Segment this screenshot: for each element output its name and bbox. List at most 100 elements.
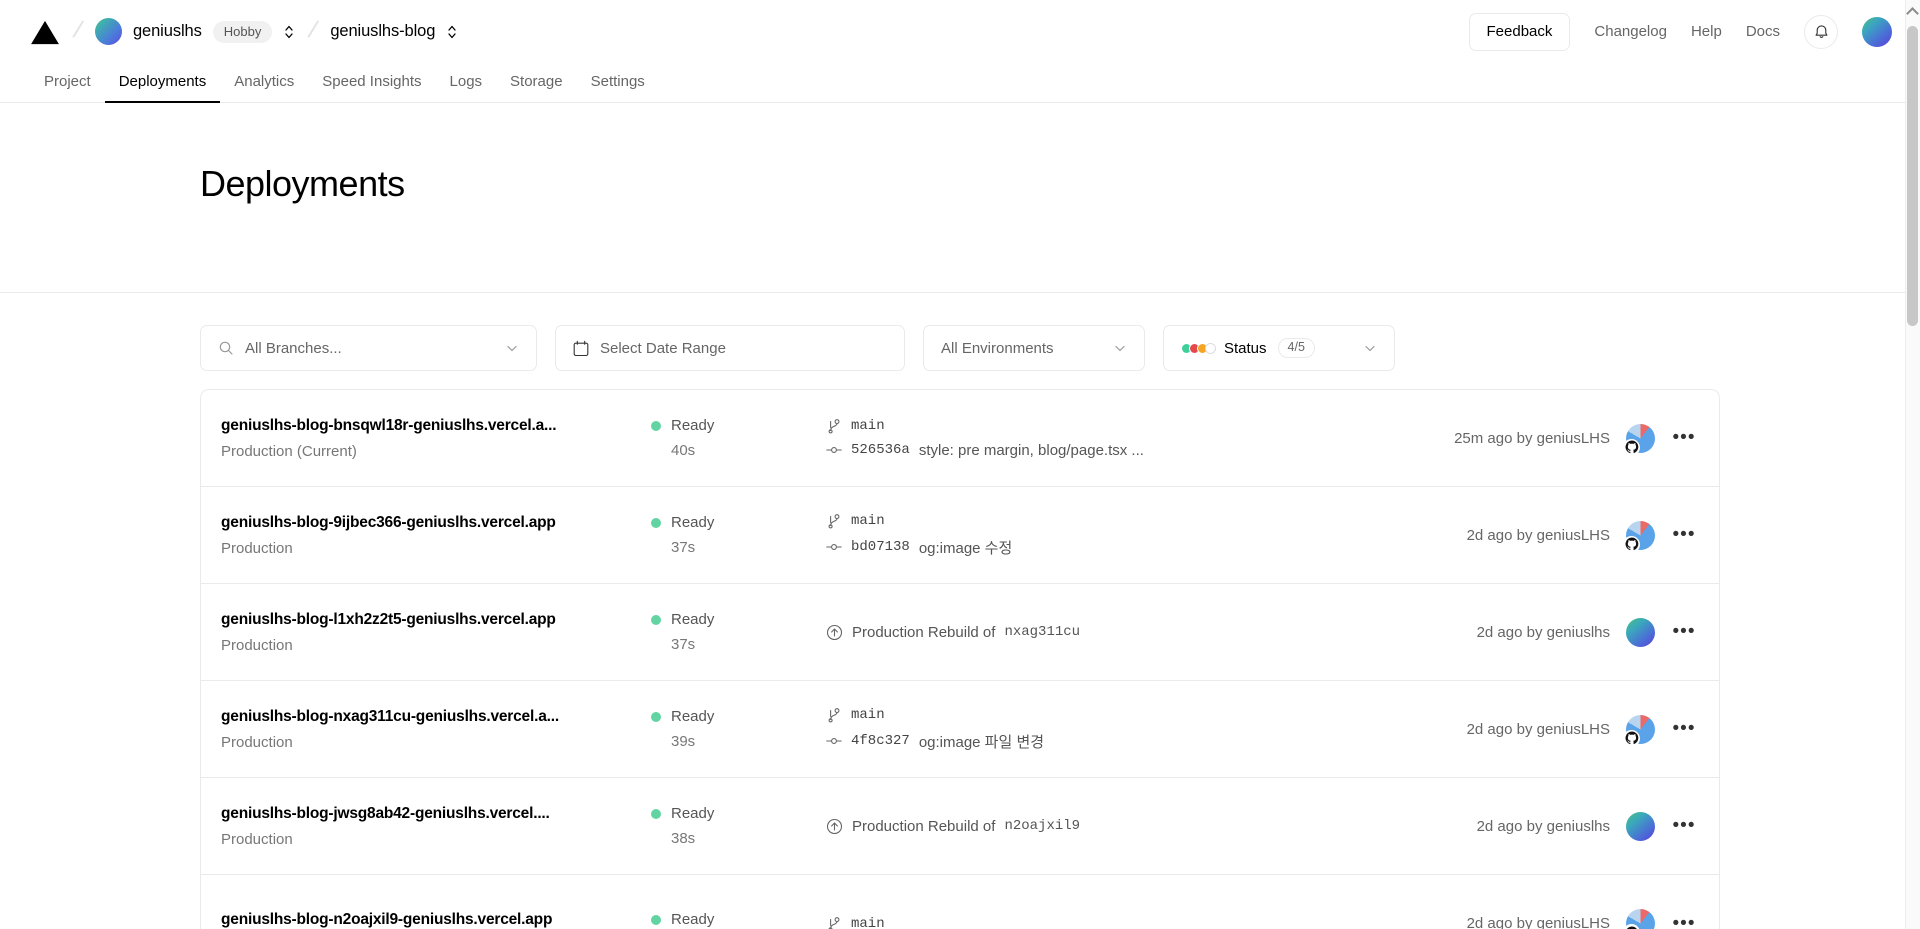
user-avatar[interactable] xyxy=(1862,17,1892,47)
git-commit-icon xyxy=(826,539,842,555)
commit-message: style: pre margin, blog/page.tsx ... xyxy=(919,442,1144,459)
row-more-menu-button[interactable]: ••• xyxy=(1671,425,1697,451)
github-icon xyxy=(1625,440,1639,454)
table-row[interactable]: geniuslhs-blog-nxag311cu-geniuslhs.verce… xyxy=(201,681,1719,778)
deployments-list: geniuslhs-blog-bnsqwl18r-geniuslhs.verce… xyxy=(200,389,1720,929)
git-branch-icon xyxy=(826,916,842,929)
chevron-down-icon-env[interactable] xyxy=(1113,341,1127,355)
status-filter-label: Status xyxy=(1224,340,1267,357)
github-badge xyxy=(1623,924,1640,929)
tab-logs[interactable]: Logs xyxy=(436,73,497,102)
deployment-source-cell: main 4f8c327 og:image 파일 변경 xyxy=(826,707,1457,752)
deployment-environment: Production xyxy=(221,831,643,848)
commit-sha[interactable]: bd07138 xyxy=(851,539,910,555)
deployment-status: Ready xyxy=(671,417,714,434)
author-avatar xyxy=(1626,521,1655,550)
deployment-source-cell: main xyxy=(826,916,1457,929)
deployment-url[interactable]: geniuslhs-blog-jwsg8ab42-geniuslhs.verce… xyxy=(221,805,643,823)
rebuild-label: Production Rebuild of xyxy=(852,624,995,641)
breadcrumb-project[interactable]: geniuslhs-blog xyxy=(330,22,458,42)
commit-message: og:image 수정 xyxy=(919,537,1012,558)
table-row[interactable]: geniuslhs-blog-9ijbec366-geniuslhs.verce… xyxy=(201,487,1719,584)
date-range-filter[interactable]: Select Date Range xyxy=(555,325,905,371)
deployment-timestamp: 2d ago by geniusLHS xyxy=(1467,915,1610,929)
status-filter[interactable]: Status 4/5 xyxy=(1163,325,1395,371)
environment-filter[interactable]: All Environments xyxy=(923,325,1145,371)
vercel-triangle-logo[interactable] xyxy=(30,19,60,45)
page-scrollbar[interactable] xyxy=(1905,0,1920,929)
deployment-duration: 38s xyxy=(671,830,826,847)
avatar xyxy=(1626,618,1655,647)
table-row[interactable]: geniuslhs-blog-n2oajxil9-geniuslhs.verce… xyxy=(201,875,1719,929)
deployment-url[interactable]: geniuslhs-blog-nxag311cu-geniuslhs.verce… xyxy=(221,708,643,726)
deployment-source-cell: main 526536a style: pre margin, blog/pag… xyxy=(826,418,1444,459)
row-more-menu-button[interactable]: ••• xyxy=(1671,813,1697,839)
commit-sha[interactable]: 4f8c327 xyxy=(851,733,910,749)
deployment-duration: 40s xyxy=(671,442,826,459)
rebuild-target[interactable]: n2oajxil9 xyxy=(1004,818,1080,834)
deployment-status-cell: Ready 37s xyxy=(651,611,826,653)
deployment-source-cell: Production Rebuild of n2oajxil9 xyxy=(826,818,1467,835)
deployment-environment: Production xyxy=(221,734,643,751)
author-avatar xyxy=(1626,909,1655,929)
commit-sha[interactable]: 526536a xyxy=(851,442,910,458)
tab-storage[interactable]: Storage xyxy=(496,73,577,102)
deployment-url[interactable]: geniuslhs-blog-n2oajxil9-geniuslhs.verce… xyxy=(221,911,643,929)
table-row[interactable]: geniuslhs-blog-jwsg8ab42-geniuslhs.verce… xyxy=(201,778,1719,875)
row-more-menu-button[interactable]: ••• xyxy=(1671,716,1697,742)
chevron-down-icon[interactable] xyxy=(505,341,519,355)
deployment-timestamp: 2d ago by geniuslhs xyxy=(1477,818,1610,835)
notifications-button[interactable] xyxy=(1804,15,1838,49)
scrollbar-thumb[interactable] xyxy=(1907,26,1918,326)
deployment-url[interactable]: geniuslhs-blog-bnsqwl18r-geniuslhs.verce… xyxy=(221,417,643,435)
tab-analytics[interactable]: Analytics xyxy=(220,73,308,102)
team-name: geniuslhs xyxy=(133,22,202,41)
deployment-name-cell: geniuslhs-blog-l1xh2z2t5-geniuslhs.verce… xyxy=(221,611,651,654)
status-indicator-dot xyxy=(651,915,661,925)
branch-name[interactable]: main xyxy=(851,418,885,434)
status-indicator-dot xyxy=(651,712,661,722)
table-row[interactable]: geniuslhs-blog-l1xh2z2t5-geniuslhs.verce… xyxy=(201,584,1719,681)
chevron-updown-icon[interactable] xyxy=(283,22,295,42)
changelog-link[interactable]: Changelog xyxy=(1594,23,1667,40)
deployment-source-cell: Production Rebuild of nxag311cu xyxy=(826,624,1467,641)
deployment-name-cell: geniuslhs-blog-9ijbec366-geniuslhs.verce… xyxy=(221,514,651,557)
rebuild-label: Production Rebuild of xyxy=(852,818,995,835)
deployment-url[interactable]: geniuslhs-blog-9ijbec366-geniuslhs.verce… xyxy=(221,514,643,532)
deployment-url[interactable]: geniuslhs-blog-l1xh2z2t5-geniuslhs.verce… xyxy=(221,611,643,629)
deployment-meta-cell: 2d ago by geniusLHS ••• xyxy=(1457,521,1697,550)
branch-name[interactable]: main xyxy=(851,707,885,723)
tab-settings[interactable]: Settings xyxy=(577,73,659,102)
status-indicator-dot xyxy=(651,809,661,819)
commit-message: og:image 파일 변경 xyxy=(919,731,1044,752)
git-commit-icon xyxy=(826,733,842,749)
git-branch-icon xyxy=(826,513,842,529)
docs-link[interactable]: Docs xyxy=(1746,23,1780,40)
help-link[interactable]: Help xyxy=(1691,23,1722,40)
rebuild-target[interactable]: nxag311cu xyxy=(1004,624,1080,640)
chevron-updown-icon-project[interactable] xyxy=(446,22,458,42)
branch-name[interactable]: main xyxy=(851,916,885,929)
branch-filter[interactable]: All Branches... xyxy=(200,325,537,371)
deployment-meta-cell: 2d ago by geniuslhs ••• xyxy=(1467,812,1697,841)
bell-icon xyxy=(1814,24,1829,40)
rebuild-upload-icon xyxy=(826,624,843,641)
feedback-button[interactable]: Feedback xyxy=(1469,13,1571,51)
row-more-menu-button[interactable]: ••• xyxy=(1671,911,1697,929)
chevron-down-icon-status[interactable] xyxy=(1363,341,1377,355)
tab-project[interactable]: Project xyxy=(30,73,105,102)
scroll-up-arrow-icon[interactable] xyxy=(1906,7,1919,20)
branch-name[interactable]: main xyxy=(851,513,885,529)
breadcrumb-team[interactable]: geniuslhs Hobby xyxy=(95,18,295,45)
breadcrumb-separator-2: / xyxy=(306,16,321,46)
github-badge xyxy=(1623,536,1640,553)
deployment-duration: 37s xyxy=(671,539,826,556)
author-avatar xyxy=(1626,812,1655,841)
tab-deployments[interactable]: Deployments xyxy=(105,73,221,102)
author-avatar xyxy=(1626,618,1655,647)
row-more-menu-button[interactable]: ••• xyxy=(1671,522,1697,548)
author-avatar xyxy=(1626,715,1655,744)
tab-speed-insights[interactable]: Speed Insights xyxy=(308,73,435,102)
table-row[interactable]: geniuslhs-blog-bnsqwl18r-geniuslhs.verce… xyxy=(201,390,1719,487)
row-more-menu-button[interactable]: ••• xyxy=(1671,619,1697,645)
